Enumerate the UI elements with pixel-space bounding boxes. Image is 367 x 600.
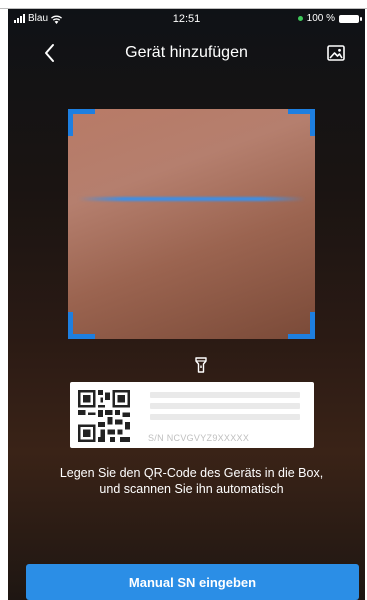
scan-viewfinder <box>68 109 315 339</box>
phone-screen: Blau 12:51 100 % Gerät hinzufügen S/N NC… <box>8 9 365 600</box>
qr-code-icon <box>78 390 130 442</box>
status-right: 100 % <box>297 13 362 24</box>
status-bar: Blau 12:51 100 % <box>8 9 365 29</box>
flashlight-icon[interactable] <box>195 357 207 373</box>
page-title: Gerät hinzufügen <box>125 44 248 61</box>
scan-instructions: Legen Sie den QR-Code des Geräts in die … <box>59 466 324 496</box>
manual-sn-button[interactable]: Manual SN eingeben <box>26 564 359 600</box>
navigation-bar: Gerät hinzufügen <box>8 31 365 75</box>
serial-value: NCVGVYZ9XXXXX <box>166 433 250 443</box>
image-gallery-icon[interactable] <box>325 42 347 64</box>
battery-icon <box>339 14 362 23</box>
battery-percent: 100 % <box>306 13 335 24</box>
label-placeholder-lines <box>150 392 300 425</box>
example-device-label: S/N NCVGVYZ9XXXXX <box>70 382 314 448</box>
frame-corner-top-left <box>68 109 95 136</box>
serial-number-example: S/N NCVGVYZ9XXXXX <box>148 433 249 443</box>
scan-line <box>78 197 305 201</box>
frame-corner-top-right <box>288 109 315 136</box>
location-dot-icon <box>297 16 303 21</box>
frame-corner-bottom-left <box>68 312 95 339</box>
serial-prefix: S/N <box>148 433 164 443</box>
frame-corner-bottom-right <box>288 312 315 339</box>
